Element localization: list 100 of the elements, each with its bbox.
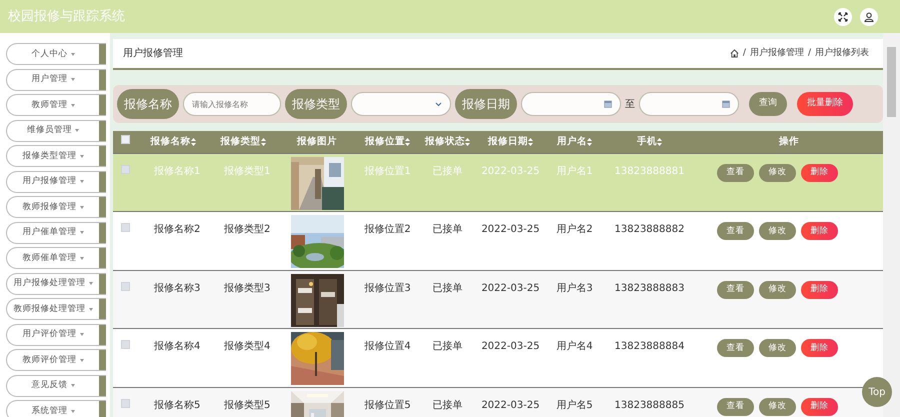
sort-icon[interactable] <box>260 138 266 146</box>
field-label: 报修日期 <box>455 89 517 119</box>
delete-button[interactable]: 删除 <box>801 222 838 240</box>
sidebar-item[interactable]: 用户评价管理 <box>6 324 106 346</box>
menu-label: 教师催单管理 <box>22 252 76 264</box>
row-checkbox[interactable] <box>121 223 130 232</box>
table-cell: 用户名2 <box>556 224 593 235</box>
menu-label: 用户报修处理管理 <box>14 277 86 290</box>
column-header[interactable]: 手机 <box>637 134 662 149</box>
sidebar-item[interactable]: 用户报修处理管理 <box>6 272 106 294</box>
sort-icon[interactable] <box>587 138 592 146</box>
caret-icon <box>75 129 79 132</box>
delete-button[interactable]: 删除 <box>801 339 838 357</box>
table-cell: 2022-03-25 <box>481 224 540 235</box>
row-checkbox[interactable] <box>121 398 130 408</box>
menu-label: 教师管理 <box>32 98 68 112</box>
sidebar-item[interactable]: 教师催单管理 <box>6 247 106 269</box>
caret-icon <box>88 282 92 285</box>
sidebar-item[interactable]: 个人中心 <box>6 43 106 65</box>
delete-button[interactable]: 删除 <box>801 280 838 298</box>
edit-button[interactable]: 修改 <box>759 164 796 182</box>
table-cell: 报修名称1 <box>154 166 200 176</box>
query-button[interactable]: 查询 <box>749 92 787 116</box>
row-checkbox[interactable] <box>121 340 130 349</box>
scrollbar[interactable] <box>883 33 900 417</box>
sort-icon[interactable] <box>190 138 196 146</box>
sidebar-item[interactable]: 报修类型管理 <box>6 145 106 167</box>
table-cell: 报修位置5 <box>364 400 411 410</box>
view-button[interactable]: 查看 <box>717 164 754 182</box>
column-header: 报修图片 <box>297 134 337 149</box>
calendar-icon[interactable] <box>722 100 730 108</box>
view-button[interactable]: 查看 <box>717 339 754 357</box>
edit-button[interactable]: 修改 <box>759 280 796 298</box>
sidebar-item[interactable]: 用户报修管理 <box>6 170 106 192</box>
table-cell: 报修位置4 <box>364 341 411 352</box>
caret-icon <box>80 333 84 336</box>
view-button[interactable]: 查看 <box>717 280 754 298</box>
sort-icon[interactable] <box>405 138 410 146</box>
table-cell: 13823888882 <box>614 224 684 235</box>
sort-icon[interactable] <box>657 138 662 146</box>
table-cell: 2022-03-25 <box>481 341 540 352</box>
sidebar-item[interactable]: 教师评价管理 <box>6 349 106 371</box>
table-cell: 报修名称2 <box>154 224 200 235</box>
table-cell: 13823888883 <box>614 282 684 294</box>
caret-icon <box>70 384 74 387</box>
table-cell: 已接单 <box>432 400 462 410</box>
date-separator: 至 <box>625 98 635 112</box>
table-cell: 用户名1 <box>556 166 593 176</box>
edit-button[interactable]: 修改 <box>759 398 796 416</box>
view-button[interactable]: 查看 <box>717 398 754 416</box>
sidebar-item[interactable]: 教师管理 <box>6 94 106 116</box>
home-icon[interactable] <box>730 49 739 58</box>
menu-label: 教师报修处理管理 <box>14 302 86 316</box>
batch-delete-button[interactable]: 批量删除 <box>797 92 853 116</box>
table-cell: 2022-03-25 <box>481 166 540 176</box>
row-checkbox[interactable] <box>121 164 130 174</box>
edit-button[interactable]: 修改 <box>759 339 796 357</box>
sidebar-item[interactable]: 教师报修处理管理 <box>6 298 106 320</box>
date-field[interactable] <box>521 92 621 116</box>
sidebar-item[interactable]: 意见反馈 <box>6 374 106 396</box>
date-field[interactable] <box>639 92 739 116</box>
delete-button[interactable]: 删除 <box>801 398 838 416</box>
table-cell: 用户名5 <box>556 400 593 410</box>
table-cell: 报修类型5 <box>224 400 270 410</box>
sidebar-item[interactable]: 用户催单管理 <box>6 222 106 244</box>
breadcrumb-item[interactable]: 用户报修列表 <box>815 46 869 60</box>
column-header: 操作 <box>779 134 799 149</box>
caret-icon <box>80 206 84 208</box>
view-button[interactable]: 查看 <box>717 222 754 240</box>
table-cell: 13823888881 <box>614 166 684 176</box>
menu-label: 用户管理 <box>32 73 68 86</box>
menu-label: 报修类型管理 <box>22 150 76 162</box>
caret-icon <box>80 358 84 362</box>
table-cell: 报修位置3 <box>364 282 411 294</box>
fullscreen-icon[interactable] <box>834 8 852 26</box>
sort-icon[interactable] <box>528 138 533 146</box>
delete-button[interactable]: 删除 <box>801 164 838 182</box>
sort-icon[interactable] <box>465 138 470 146</box>
menu-label: 系统管理 <box>32 404 68 417</box>
search-field[interactable]: 请输入报修名称 <box>183 92 281 116</box>
table-cell: 报修类型1 <box>224 166 270 176</box>
edit-button[interactable]: 修改 <box>759 222 796 240</box>
table-cell: 2022-03-25 <box>481 282 540 294</box>
field-label: 报修名称 <box>117 89 179 119</box>
sidebar-item[interactable]: 用户管理 <box>6 68 106 90</box>
field-label: 报修类型 <box>285 89 347 119</box>
user-icon[interactable] <box>860 8 878 26</box>
sidebar-item[interactable]: 维修员管理 <box>6 120 106 142</box>
calendar-icon[interactable] <box>604 100 612 108</box>
menu-label: 意见反馈 <box>32 379 68 392</box>
table-cell: 报修类型2 <box>224 224 270 235</box>
caret-icon <box>70 78 74 81</box>
menu-label: 用户催单管理 <box>22 226 76 239</box>
sidebar-item[interactable]: 教师报修管理 <box>6 196 106 218</box>
breadcrumb-item[interactable]: 用户报修管理 <box>750 46 804 60</box>
row-checkbox[interactable] <box>121 282 130 290</box>
table-cell: 13823888885 <box>614 400 684 410</box>
select-all-checkbox[interactable] <box>121 134 130 144</box>
menu-label: 用户报修管理 <box>22 175 76 188</box>
sidebar-item[interactable]: 系统管理 <box>6 400 106 417</box>
